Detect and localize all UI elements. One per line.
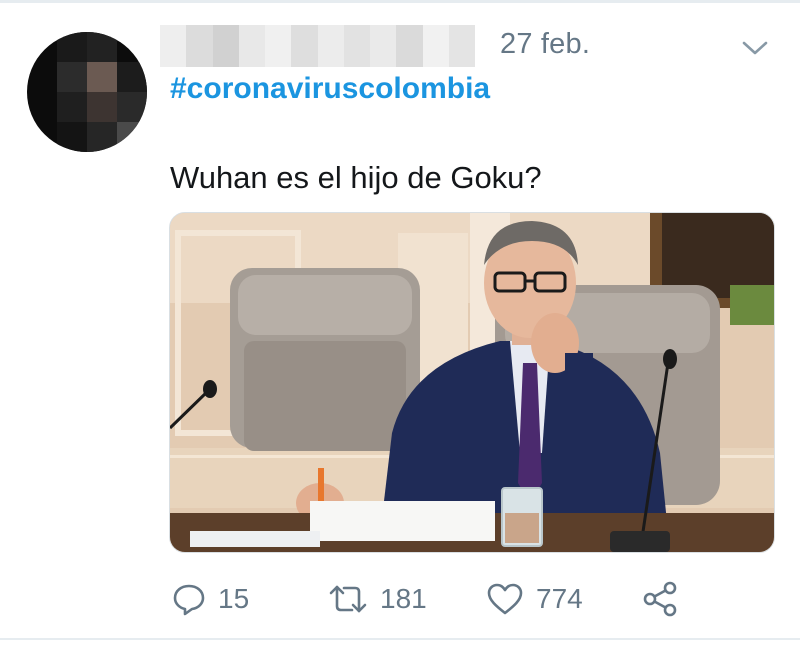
reply-icon xyxy=(173,584,205,616)
like-count: 774 xyxy=(536,583,583,614)
avatar[interactable] xyxy=(27,32,147,152)
hashtag-link[interactable]: #coronaviruscolombia xyxy=(170,72,490,106)
retweet-icon xyxy=(329,585,367,613)
retweet-button[interactable]: 181 xyxy=(328,577,427,621)
reply-button[interactable]: 15 xyxy=(172,577,249,621)
tweet-media-photo[interactable] xyxy=(169,212,775,553)
retweet-count: 181 xyxy=(380,583,427,614)
reply-count: 15 xyxy=(218,583,250,614)
tweet-actions: 15 181 774 xyxy=(0,577,800,621)
like-button[interactable]: 774 xyxy=(486,577,583,621)
author-name-redacted[interactable] xyxy=(160,25,475,67)
photo-image xyxy=(170,213,774,552)
share-button[interactable] xyxy=(642,577,678,621)
tweet-date[interactable]: 27 feb. xyxy=(500,28,590,61)
heart-icon xyxy=(487,583,523,615)
bottom-divider xyxy=(0,638,800,640)
top-divider xyxy=(0,0,800,3)
chevron-down-icon[interactable] xyxy=(740,36,770,60)
tweet-text: Wuhan es el hijo de Goku? xyxy=(170,160,542,195)
share-icon xyxy=(643,581,677,617)
